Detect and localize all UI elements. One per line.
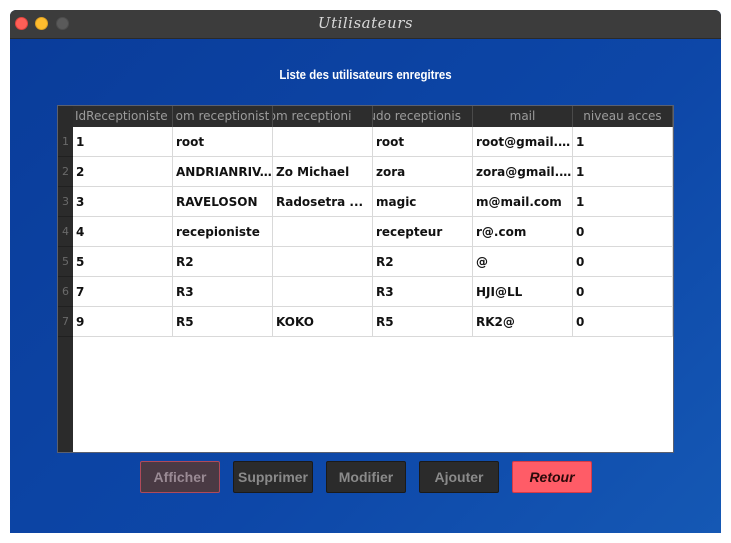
table-cell[interactable]: recepteur	[373, 217, 473, 247]
table-cell[interactable]: magic	[373, 187, 473, 217]
table-cell[interactable]	[273, 277, 373, 307]
table-cell[interactable]: m@mail.com	[473, 187, 573, 217]
table-cell[interactable]: 3	[73, 187, 173, 217]
table-row[interactable]: 5 5 R2 R2 @0	[58, 247, 673, 277]
table-cell[interactable]: @	[473, 247, 573, 277]
table-cell[interactable]: root	[373, 127, 473, 157]
table-cell[interactable]: zora	[373, 157, 473, 187]
table-cell[interactable]: RAVELOSON	[173, 187, 273, 217]
row-number: 3	[58, 187, 73, 217]
row-number: 4	[58, 217, 73, 247]
table-cell[interactable]	[273, 247, 373, 277]
table-cell[interactable]: HJI@LL	[473, 277, 573, 307]
table-cell[interactable]	[273, 217, 373, 247]
table-cell[interactable]: zora@gmail....	[473, 157, 573, 187]
table-cell[interactable]: 1	[573, 157, 673, 187]
column-header-pseudo[interactable]: eudo receptionis	[373, 106, 473, 127]
table-row[interactable]: 6 7 R3 R3 HJI@LL 0	[58, 277, 673, 307]
row-number: 1	[58, 127, 73, 157]
table-row[interactable]: 7 9 R5 KOKO R5 RK2@ 0	[58, 307, 673, 337]
table-cell[interactable]: r@.com	[473, 217, 573, 247]
column-header-niveau[interactable]: niveau acces	[573, 106, 673, 127]
table-cell[interactable]: Zo Michael	[273, 157, 373, 187]
table-cell[interactable]: 0	[573, 277, 673, 307]
table-cell[interactable]: 0	[573, 307, 673, 337]
button-bar: Afficher Supprimer Modifier Ajouter Reto…	[10, 461, 721, 495]
ajouter-button[interactable]: Ajouter	[419, 461, 499, 493]
table-cell[interactable]: 2	[73, 157, 173, 187]
table-cell[interactable]: root	[173, 127, 273, 157]
window-title: Utilisateurs	[317, 14, 414, 32]
table-cell[interactable]	[273, 127, 373, 157]
afficher-button[interactable]: Afficher	[140, 461, 220, 493]
column-header-nom[interactable]: om receptionist	[173, 106, 273, 127]
table-cell[interactable]: KOKO	[273, 307, 373, 337]
table-cell[interactable]: R5	[173, 307, 273, 337]
table-cell[interactable]: 9	[73, 307, 173, 337]
table-header: IdReceptioniste om receptionist nom rece…	[73, 106, 673, 127]
table-cell[interactable]: R5	[373, 307, 473, 337]
table-cell[interactable]: 7	[73, 277, 173, 307]
row-number: 7	[58, 307, 73, 337]
table-cell[interactable]: 4	[73, 217, 173, 247]
table-cell[interactable]: RK2@	[473, 307, 573, 337]
table-cell[interactable]: R2	[373, 247, 473, 277]
modifier-button[interactable]: Modifier	[326, 461, 406, 493]
title-bar: Utilisateurs	[10, 10, 721, 39]
column-header-prenom[interactable]: nom receptioni	[273, 106, 373, 127]
retour-button[interactable]: Retour	[512, 461, 592, 493]
row-number: 6	[58, 277, 73, 307]
table-cell[interactable]: 0	[573, 217, 673, 247]
table-cell[interactable]: R3	[373, 277, 473, 307]
table-row[interactable]: 4 4 recepioniste recepteur r@.com 0	[58, 217, 673, 247]
app-window: Utilisateurs Liste des utilisateurs enre…	[10, 10, 721, 533]
supprimer-button[interactable]: Supprimer	[233, 461, 313, 493]
row-number: 2	[58, 157, 73, 187]
table-cell[interactable]: root@gmail.c...	[473, 127, 573, 157]
table-cell[interactable]: 1	[573, 187, 673, 217]
users-table: IdReceptioniste om receptionist nom rece…	[57, 105, 674, 453]
table-cell[interactable]: ANDRIANRIV...	[173, 157, 273, 187]
table-body: 1 1 root root root@gmail.c... 1 2 2 ANDRIANRIV..…	[58, 127, 673, 337]
column-header-mail[interactable]: mail	[473, 106, 573, 127]
page-title: Liste des utilisateurs enregitres	[279, 67, 452, 82]
table-cell[interactable]: recepioniste	[173, 217, 273, 247]
table-cell[interactable]: 1	[73, 127, 173, 157]
table-cell[interactable]: R3	[173, 277, 273, 307]
table-cell[interactable]: 0	[573, 247, 673, 277]
row-number: 5	[58, 247, 73, 277]
table-row[interactable]: 1 1 root root root@gmail.c... 1	[58, 127, 673, 157]
table-cell[interactable]: 1	[573, 127, 673, 157]
table-cell[interactable]: 5	[73, 247, 173, 277]
table-row[interactable]: 3 3 RAVELOSON Radosetra ... magic m@mail.com 1	[58, 187, 673, 217]
table-cell[interactable]: Radosetra ...	[273, 187, 373, 217]
table-cell[interactable]: R2	[173, 247, 273, 277]
table-row[interactable]: 2 2 ANDRIANRIV... Zo Michael zora zora@gmail.…	[58, 157, 673, 187]
column-header-id[interactable]: IdReceptioniste	[73, 106, 173, 127]
